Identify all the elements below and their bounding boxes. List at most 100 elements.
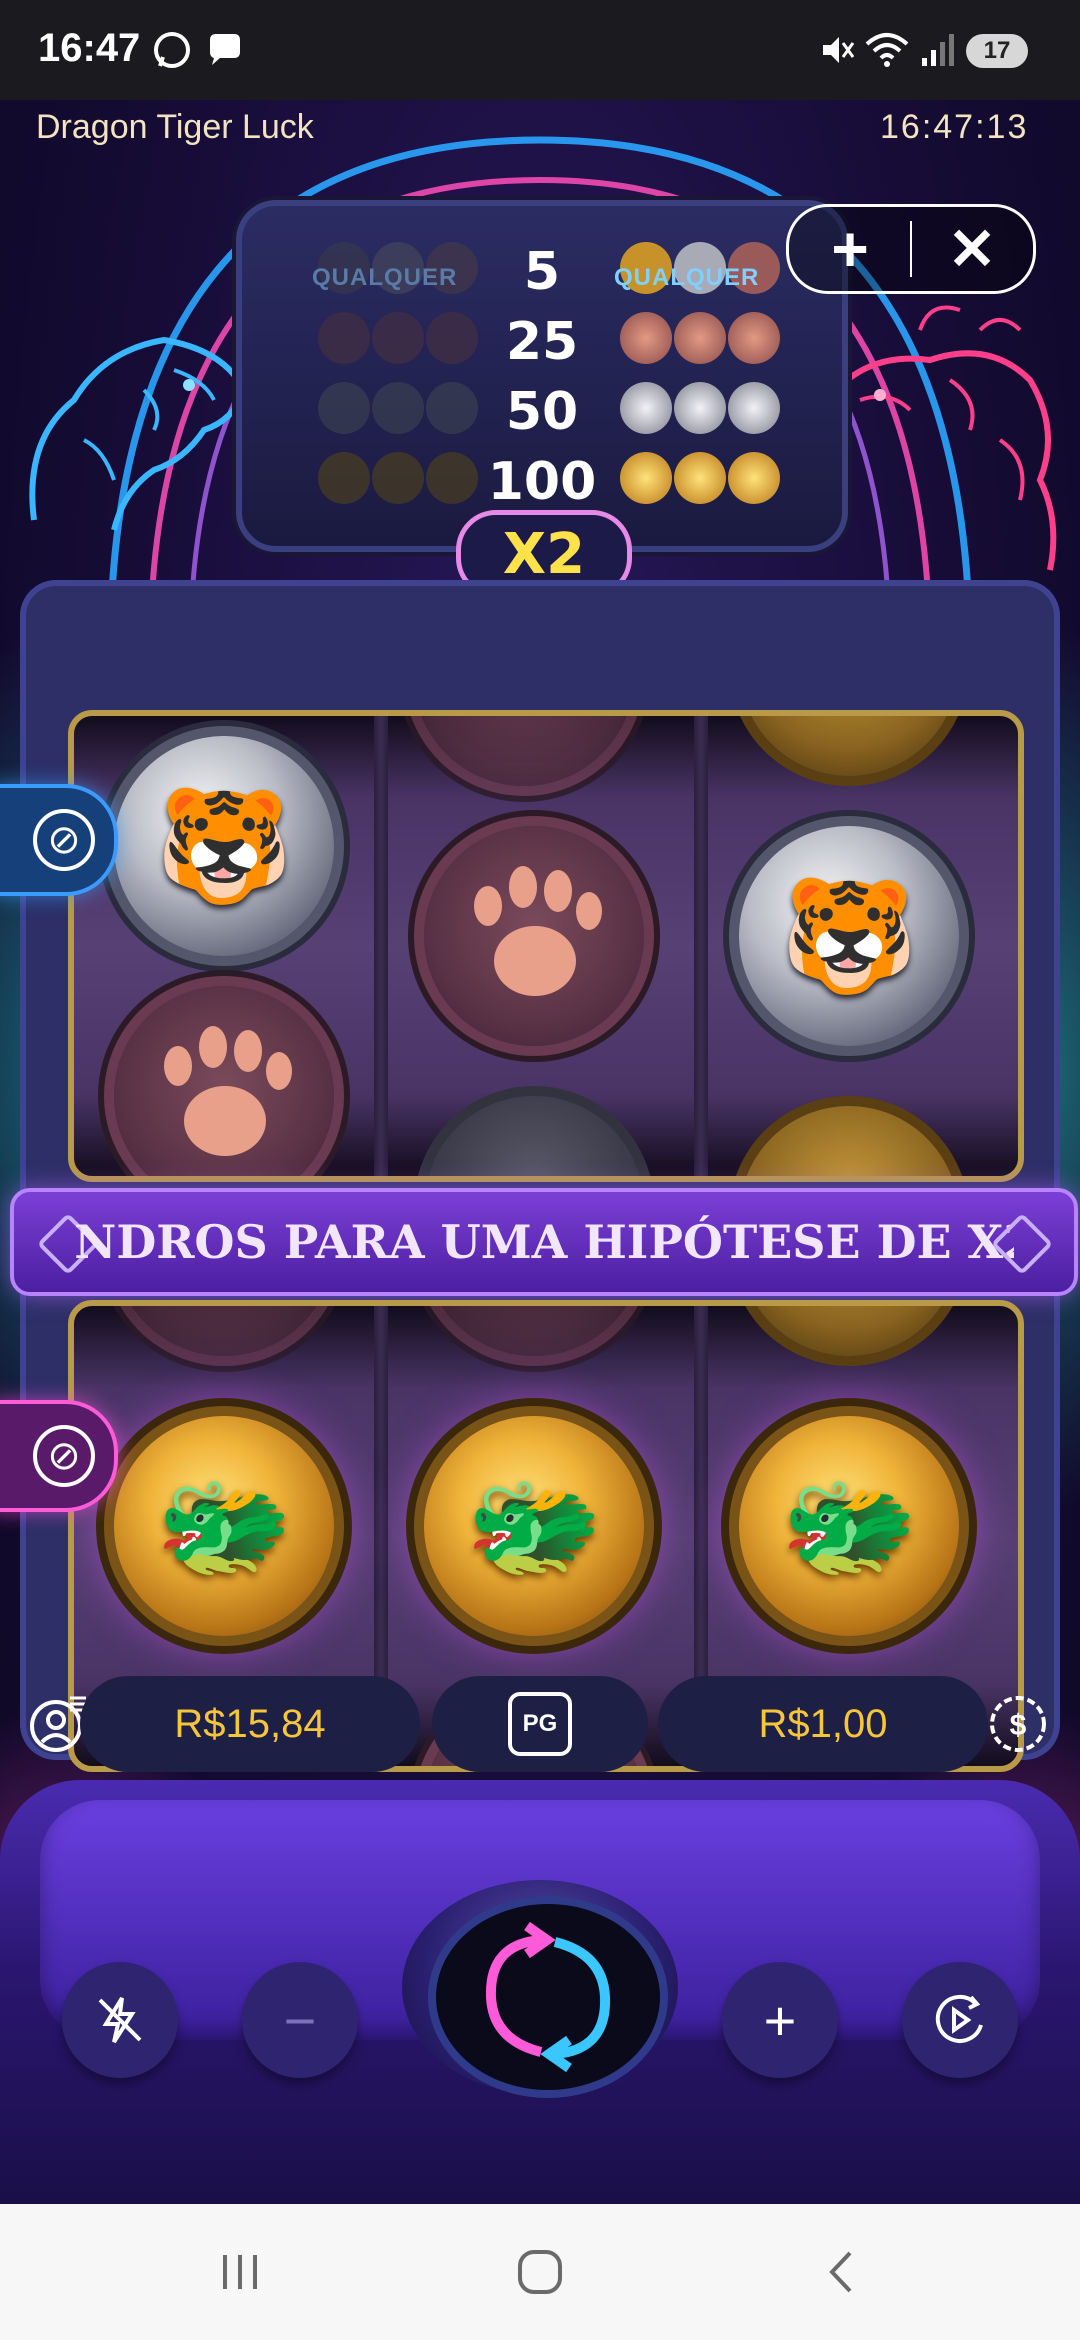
gold-dragon-symbol: 🐲 [739, 1416, 959, 1636]
silver-tiger-symbol: 🐯 [739, 826, 959, 1046]
tiger-coin-faded-icon [318, 382, 370, 434]
bet-display: R$1,00 [658, 1676, 988, 1772]
status-bar: 16:47 17 [0, 0, 1080, 100]
paytable-any-label-left: QUALQUER [312, 264, 458, 291]
paw-symbol-partial [114, 1306, 334, 1356]
reel-window-top: 🐯 🐯 [68, 710, 1024, 1182]
gold-dragon-symbol-partial [739, 1106, 959, 1176]
recent-apps-button[interactable] [210, 2240, 270, 2304]
spin-arrows-icon [485, 1922, 611, 2072]
whatsapp-icon [150, 30, 194, 70]
pg-logo-icon: PG [508, 1692, 572, 1756]
lightning-off-icon [98, 1996, 142, 2044]
tiger-head-icon: 🐯 [780, 874, 918, 998]
reel-separator [694, 716, 708, 1176]
paw-coin-faded-icon [372, 312, 424, 364]
info-banner: INDROS PARA UMA HIPÓTESE DE X2 [10, 1188, 1078, 1296]
info-bar: R$15,84 PG R$1,00 $ [0, 1676, 1080, 1772]
gold-dragon-symbol: 🐲 [424, 1416, 644, 1636]
home-button[interactable] [510, 2240, 570, 2304]
gold-dragon-symbol-partial [739, 1306, 959, 1356]
balance-value: R$15,84 [174, 1701, 326, 1746]
circle-x-icon: ⊘ [33, 1425, 95, 1487]
paytable-row-tiger: 50 [242, 376, 842, 442]
game-title: Dragon Tiger Luck [36, 108, 314, 146]
turbo-button[interactable] [62, 1962, 178, 2078]
increase-bet-button[interactable]: + [722, 1962, 838, 2078]
paytable-row-any: QUALQUER 5 QUALQUER [242, 236, 842, 302]
paw-toe [164, 1046, 192, 1086]
paytable: QUALQUER 5 QUALQUER 25 50 100 [236, 200, 848, 552]
back-button[interactable] [810, 2240, 870, 2304]
paw-coin-icon [620, 312, 672, 364]
top-controls: + ✕ [786, 204, 1036, 294]
signal-icon [918, 30, 958, 70]
paw-icon [184, 1086, 266, 1156]
tiger-coin-faded-icon [426, 382, 478, 434]
paw-coin-faded-icon [318, 312, 370, 364]
paytable-value: 50 [505, 382, 579, 442]
reel-separator [374, 716, 388, 1176]
chat-icon [202, 30, 246, 70]
autoplay-icon [935, 1995, 983, 2043]
dragon-coin-faded-icon [318, 452, 370, 504]
paw-symbol [424, 826, 644, 1046]
game-clock: 16:47:13 [880, 108, 1029, 146]
balance-display: R$15,84 [80, 1676, 420, 1772]
back-icon [829, 2251, 852, 2293]
gold-dragon-symbol: 🐲 [114, 1416, 334, 1636]
spin-button[interactable] [428, 1896, 668, 2098]
paw-symbol-partial [414, 716, 634, 786]
banner-text: INDROS PARA UMA HIPÓTESE DE X2 [74, 1215, 1014, 1269]
close-button[interactable]: ✕ [911, 207, 1033, 291]
wifi-icon [862, 30, 912, 70]
provider-pill[interactable]: PG [432, 1676, 648, 1772]
paw-coin-icon [728, 312, 780, 364]
status-time: 16:47 [38, 26, 141, 70]
battery-icon: 17 [966, 34, 1028, 68]
paytable-row-paw: 25 [242, 306, 842, 372]
dragon-head-icon: 🐲 [780, 1464, 918, 1588]
paw-coin-faded-icon [426, 312, 478, 364]
dragon-coin-icon [728, 452, 780, 504]
svg-text:$: $ [1010, 1709, 1027, 1742]
silver-tiger-symbol: 🐯 [114, 736, 334, 956]
paytable-value: 25 [505, 312, 579, 372]
paw-toe [234, 1030, 262, 1072]
paw-toe [576, 892, 602, 930]
home-icon [518, 2250, 562, 2294]
dragon-head-icon: 🐲 [155, 1464, 293, 1588]
paw-icon [494, 926, 576, 996]
dragon-coin-faded-icon [372, 452, 424, 504]
dragon-coin-icon [620, 452, 672, 504]
decrease-bet-button[interactable]: − [242, 1962, 358, 2078]
reel-toggle-top-button[interactable]: ⊘ [0, 784, 118, 896]
game-canvas: Dragon Tiger Luck 16:47:13 QUALQUER 5 QU… [0, 100, 1080, 2204]
paytable-any-label-right: QUALQUER [614, 264, 760, 291]
bet-value: R$1,00 [758, 1701, 888, 1746]
dollar-coin-icon: $ [990, 1696, 1046, 1752]
add-button[interactable]: + [789, 207, 911, 291]
gold-dragon-symbol-partial [739, 716, 959, 776]
autoplay-button[interactable] [902, 1962, 1018, 2078]
neon-tiger-icon [29, 336, 248, 531]
circle-x-icon: ⊘ [33, 809, 95, 871]
tiger-head-icon: 🐯 [155, 784, 293, 908]
mute-icon [816, 30, 856, 70]
bet-options-button[interactable]: $ [970, 1676, 1066, 1772]
paw-toe [509, 866, 537, 908]
tiger-coin-icon [620, 382, 672, 434]
tiger-coin-faded-icon [372, 382, 424, 434]
paytable-value: 100 [487, 452, 597, 512]
dragon-coin-icon [674, 452, 726, 504]
dragon-head-icon: 🐲 [465, 1464, 603, 1588]
paytable-row-dragon: 100 [242, 446, 842, 512]
paw-toe [266, 1052, 292, 1090]
paw-symbol [114, 986, 334, 1176]
paw-toe [474, 886, 502, 926]
paw-symbol-partial [424, 1306, 644, 1356]
tiger-coin-icon [674, 382, 726, 434]
reel-toggle-bottom-button[interactable]: ⊘ [0, 1400, 118, 1512]
tiger-coin-icon [728, 382, 780, 434]
paw-toe [544, 870, 572, 912]
